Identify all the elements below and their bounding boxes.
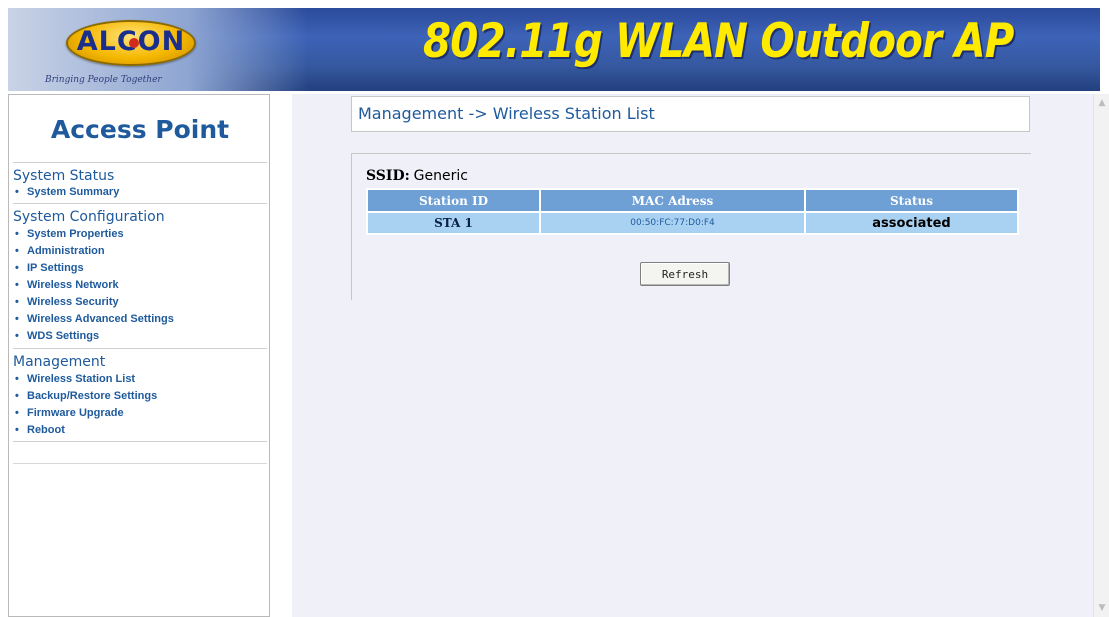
sidebar-item-label: Wireless Network: [27, 279, 119, 291]
sidebar-item-label: IP Settings: [27, 262, 84, 274]
sidebar-item-system-properties[interactable]: • System Properties: [15, 228, 124, 240]
sidebar-item-label: Wireless Station List: [27, 373, 136, 385]
sidebar-heading-system-configuration: System Configuration: [13, 209, 165, 225]
sidebar: Access Point System Status • System Summa…: [8, 94, 270, 617]
sidebar-item-label: Firmware Upgrade: [27, 407, 124, 419]
bullet-icon: •: [15, 313, 19, 325]
sidebar-item-label: Administration: [27, 245, 105, 257]
bullet-icon: •: [15, 407, 19, 419]
station-table: Station ID MAC Adress Status STA 1 00:50…: [366, 188, 1019, 235]
bullet-icon: •: [15, 262, 19, 274]
sidebar-item-reboot[interactable]: • Reboot: [15, 424, 65, 436]
sidebar-item-administration[interactable]: • Administration: [15, 245, 105, 257]
sidebar-heading-management: Management: [13, 354, 106, 370]
mac-address-cell: 00:50:FC:77:D0:F4: [539, 211, 806, 235]
bullet-icon: •: [15, 279, 19, 291]
sidebar-divider: [13, 463, 267, 464]
panel-border: [351, 153, 352, 300]
bullet-icon: •: [15, 424, 19, 436]
sidebar-item-label: Reboot: [27, 424, 65, 436]
logo-tagline: Bringing People Together: [45, 75, 162, 85]
bullet-icon: •: [15, 390, 19, 402]
bullet-icon: •: [15, 373, 19, 385]
product-title: 802.11g WLAN Outdoor AP: [423, 14, 1014, 69]
column-header-status: Status: [804, 188, 1019, 213]
sidebar-item-label: System Summary: [27, 186, 120, 198]
header-banner: ALCON Bringing People Together 802.11g W…: [8, 8, 1100, 91]
sidebar-item-label: Backup/Restore Settings: [27, 390, 158, 402]
status-cell: associated: [804, 211, 1019, 235]
bullet-icon: •: [15, 228, 19, 240]
scroll-down-arrow-icon[interactable]: ▼: [1097, 603, 1107, 613]
breadcrumb-panel: Management -> Wireless Station List: [351, 96, 1030, 132]
ssid-value: Generic: [413, 168, 468, 184]
table-header-row: Station ID MAC Adress Status: [366, 188, 1019, 213]
sidebar-item-label: System Properties: [27, 228, 124, 240]
sidebar-item-ip-settings[interactable]: • IP Settings: [15, 262, 84, 274]
sidebar-divider: [13, 348, 267, 349]
panel-border: [351, 153, 1031, 154]
sidebar-item-wireless-security[interactable]: • Wireless Security: [15, 296, 119, 308]
bullet-icon: •: [15, 245, 19, 257]
sidebar-heading-system-status: System Status: [13, 168, 115, 184]
ssid-line: SSID: Generic: [366, 167, 468, 184]
sidebar-item-wireless-advanced-settings[interactable]: • Wireless Advanced Settings: [15, 313, 174, 325]
table-row: STA 1 00:50:FC:77:D0:F4 associated: [366, 211, 1019, 235]
refresh-button[interactable]: Refresh: [640, 262, 730, 286]
bullet-icon: •: [15, 330, 19, 342]
bullet-icon: •: [15, 186, 19, 198]
ssid-label: SSID:: [366, 168, 410, 184]
sidebar-item-wireless-network[interactable]: • Wireless Network: [15, 279, 119, 291]
logo-dot-icon: [129, 38, 139, 48]
sidebar-title: Access Point: [50, 115, 230, 144]
sidebar-item-label: Wireless Security: [27, 296, 119, 308]
station-id-cell: STA 1: [366, 211, 541, 235]
scroll-up-arrow-icon[interactable]: ▲: [1097, 98, 1107, 108]
vertical-scrollbar[interactable]: ▲ ▼: [1093, 94, 1109, 617]
sidebar-divider: [13, 203, 267, 204]
sidebar-item-system-summary[interactable]: • System Summary: [15, 186, 119, 198]
sidebar-item-wireless-station-list[interactable]: • Wireless Station List: [15, 373, 135, 385]
breadcrumb: Management -> Wireless Station List: [358, 104, 655, 123]
column-header-station-id: Station ID: [366, 188, 541, 213]
sidebar-divider: [13, 441, 267, 442]
sidebar-item-backup-restore-settings[interactable]: • Backup/Restore Settings: [15, 390, 157, 402]
sidebar-divider: [13, 162, 267, 163]
sidebar-item-label: WDS Settings: [27, 330, 100, 342]
sidebar-item-firmware-upgrade[interactable]: • Firmware Upgrade: [15, 407, 124, 419]
sidebar-item-label: Wireless Advanced Settings: [27, 313, 174, 325]
column-header-mac-address: MAC Adress: [539, 188, 806, 213]
sidebar-item-wds-settings[interactable]: • WDS Settings: [15, 330, 99, 342]
bullet-icon: •: [15, 296, 19, 308]
